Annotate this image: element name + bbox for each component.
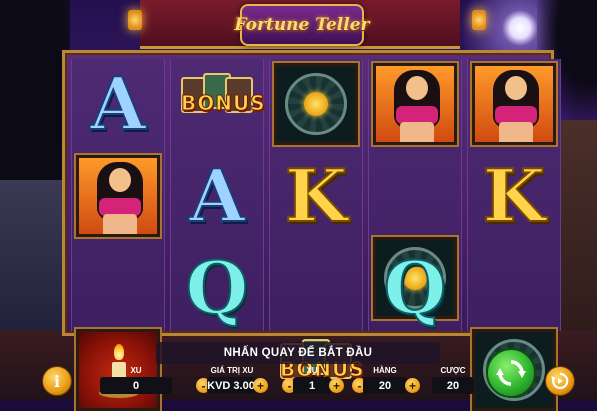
reel-grid: A BONUS A Q K BONUS Q K [62,50,561,411]
reel-1: A [71,59,165,411]
bet-label: CƯỢC [440,366,466,375]
lines-label: HÀNG [373,366,397,375]
symbol-fortune-teller-lady [76,155,160,237]
game-logo: Fortune Teller [235,4,369,46]
symbol-fortune-teller-lady [472,63,556,145]
info-icon: i [53,371,61,391]
xu-plus-button[interactable]: + [329,378,344,393]
lines-value: 20 [363,377,407,394]
spin-button[interactable] [486,348,536,398]
lantern-left-icon [128,10,142,30]
symbol-letter-q: Q [185,245,250,330]
status-message: NHẤN QUAY ĐỂ BẮT ĐẦU [223,347,373,359]
symbol-fortune-teller-lady [373,63,457,145]
symbol-letter-a: A [89,61,147,146]
symbol-letter-k: K [284,153,349,238]
reel-3: K BONUS [269,59,364,382]
info-button[interactable]: i [42,366,72,396]
coins-value: 0 [100,377,172,394]
symbol-bonus: BONUS [175,63,265,145]
autoplay-button[interactable] [545,366,575,396]
reel-2: BONUS A Q [170,59,265,331]
reel-4: Q [368,59,462,331]
symbol-letter-a: A [188,153,246,238]
symbol-zodiac-wheel [274,63,358,145]
coin-value-value: KVD 3.00 [207,377,255,394]
bet-value: 20 [432,377,474,394]
xu-value: 1 [293,377,331,394]
symbol-letter-q: Q [383,245,448,330]
coin-value-label: GIÁ TRỊ XU [210,366,254,375]
house-left [0,180,70,340]
game-title: Fortune Teller [234,15,370,35]
lantern-right-icon [472,10,486,30]
reel-5: K [467,59,561,411]
spin-arrows-icon [496,360,526,386]
autoplay-icon [551,372,569,390]
coins-label: XU [130,366,142,375]
xu-label: XU [306,366,318,375]
coin-value-plus-button[interactable]: + [253,378,268,393]
lines-plus-button[interactable]: + [405,378,420,393]
symbol-letter-k: K [482,153,547,238]
status-message-bar: NHẤN QUAY ĐỂ BẮT ĐẦU [156,342,440,364]
